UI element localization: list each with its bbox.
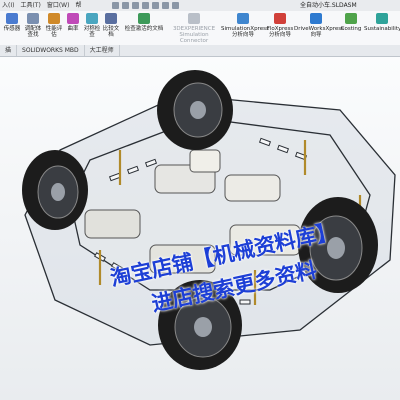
menu-window[interactable]: 窗口(W)	[47, 0, 70, 11]
tab-partial[interactable]: 描	[0, 45, 18, 56]
menu-insert[interactable]: 入(I)	[2, 0, 14, 11]
command-tabs: 描 SOLIDWORKS MBD 大工程师	[0, 45, 400, 57]
performance-eval-icon	[48, 13, 60, 24]
simulation-connector-button[interactable]: 3DEXPERIENCE Simulation Connector	[168, 13, 220, 44]
mate-finder-button[interactable]: 调配体 查找	[23, 13, 43, 38]
floxpress-label-2: 分析向导	[268, 32, 291, 38]
curvature-icon	[67, 13, 79, 24]
menu-tools[interactable]: 工具(T)	[20, 0, 40, 11]
costing-button[interactable]: Costing	[339, 13, 363, 32]
menu-bar: 入(I) 工具(T) 窗口(W) 帮	[0, 0, 81, 11]
driveworksxpress-button[interactable]: DriveWorksXpress 向导	[294, 13, 344, 38]
floxpress-button[interactable]: FloXpress 分析向导	[266, 13, 294, 38]
sensor-icon	[6, 13, 18, 24]
performance-eval-button[interactable]: 性能评 估	[44, 13, 64, 38]
sustainability-label: Sustainability	[364, 26, 400, 32]
tab-engineer[interactable]: 大工程师	[85, 45, 120, 56]
select-arrow-icon[interactable]	[162, 2, 169, 9]
mate-finder-icon	[27, 13, 39, 24]
simulation-connector-icon	[188, 13, 200, 24]
menu-help[interactable]: 帮	[75, 0, 81, 11]
floxpress-icon	[274, 13, 286, 24]
mate-finder-label-2: 查找	[27, 32, 39, 38]
check-active-doc-icon	[138, 13, 150, 24]
costing-icon	[345, 13, 357, 24]
sensor-label: 传感器	[3, 26, 21, 32]
save-icon[interactable]	[132, 2, 139, 9]
wheel-front-left	[22, 150, 88, 230]
graphics-viewport[interactable]: 淘宝店铺【机械资料库】 进店搜索更多资料	[0, 57, 400, 400]
driveworksxpress-label-2: 向导	[310, 32, 322, 38]
undo-icon[interactable]	[152, 2, 159, 9]
compare-docs-label-2: 档	[108, 32, 114, 38]
simulation-connector-label-2: Simulation Connector	[179, 32, 209, 44]
rebuild-icon[interactable]	[172, 2, 179, 9]
symmetry-check-label-2: 查	[89, 32, 95, 38]
new-icon[interactable]	[112, 2, 119, 9]
open-icon[interactable]	[122, 2, 129, 9]
driveworksxpress-icon	[310, 13, 322, 24]
symmetry-check-button[interactable]: 对称检 查	[83, 13, 101, 38]
sensor-button[interactable]: 传感器	[2, 13, 22, 32]
car-assembly-model	[22, 70, 396, 370]
sustainability-icon	[376, 13, 388, 24]
document-title: 全自动小车.SLDASM	[300, 2, 357, 9]
print-icon[interactable]	[142, 2, 149, 9]
tab-solidworks-mbd[interactable]: SOLIDWORKS MBD	[17, 45, 85, 56]
wheel-rear-left	[157, 70, 233, 150]
compare-docs-button[interactable]: 比较文 档	[102, 13, 120, 38]
curvature-label: 曲率	[67, 26, 79, 32]
costing-label: Costing	[340, 26, 362, 32]
quick-access-toolbar	[112, 1, 179, 10]
symmetry-check-icon	[86, 13, 98, 24]
curvature-button[interactable]: 曲率	[65, 13, 81, 32]
check-active-doc-button[interactable]: 检查激活的文档	[121, 13, 167, 32]
check-active-doc-label: 检查激活的文档	[124, 26, 164, 32]
simulationxpress-label-2: 分析向导	[231, 32, 254, 38]
sustainability-button[interactable]: Sustainability	[364, 13, 400, 32]
simulationxpress-icon	[237, 13, 249, 24]
compare-docs-icon	[105, 13, 117, 24]
simulationxpress-button[interactable]: SimulationXpress 分析向导	[221, 13, 269, 38]
performance-eval-label-2: 估	[51, 32, 57, 38]
command-manager-ribbon: 传感器 调配体 查找 性能评 估 曲率 对称检 查 比较文 档 检查激活的文档 …	[0, 11, 400, 46]
